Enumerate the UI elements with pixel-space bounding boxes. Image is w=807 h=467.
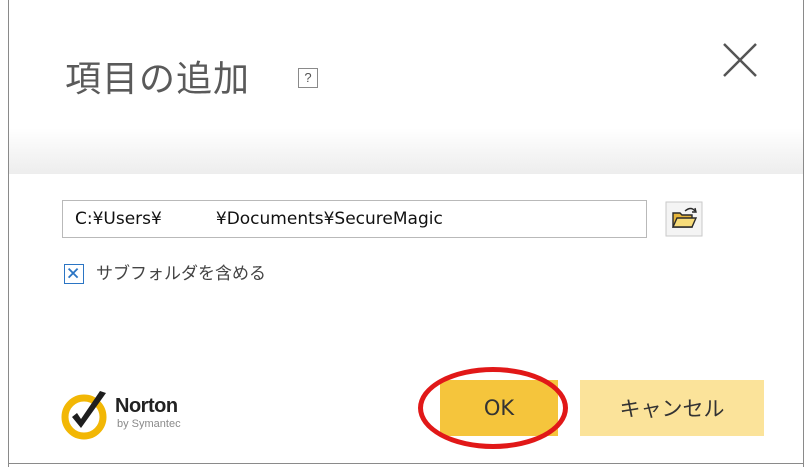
help-icon[interactable]: ? [298, 68, 318, 88]
dialog-title: 項目の追加 [65, 59, 251, 100]
include-subfolders-label: サブフォルダを含める [96, 264, 266, 284]
norton-logo: Norton by Symantec [60, 385, 220, 445]
dialog-left-border [8, 0, 9, 467]
include-subfolders-checkbox[interactable] [64, 264, 84, 284]
dialog-bottom-border [8, 463, 804, 464]
ok-button[interactable]: OK [440, 380, 558, 436]
cancel-button[interactable]: キャンセル [580, 380, 764, 436]
close-icon[interactable] [718, 38, 762, 82]
norton-check-icon [61, 391, 107, 440]
folder-open-icon[interactable] [665, 201, 703, 237]
check-mark-icon [67, 267, 79, 279]
logo-subtitle: by Symantec [117, 418, 181, 430]
header-separator-band [9, 128, 803, 174]
dialog-right-border [803, 0, 804, 467]
folder-path-input[interactable] [62, 200, 647, 238]
add-item-dialog: 項目の追加 ? サブフォルダを含める Norton by Symantec OK… [0, 0, 807, 467]
logo-name: Norton [115, 395, 178, 417]
